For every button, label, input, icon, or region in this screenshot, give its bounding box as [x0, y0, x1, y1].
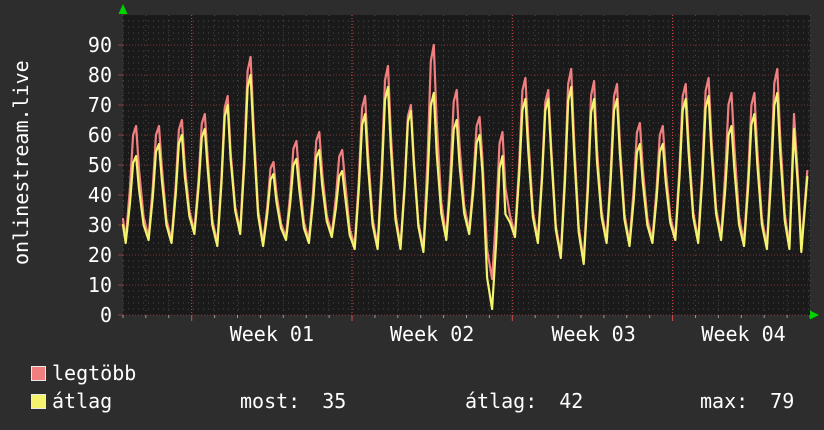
legend-swatch-atlag [31, 394, 46, 409]
y-axis-label: 70 [87, 93, 112, 117]
x-axis-ticks [122, 315, 811, 321]
y-axis-label: 40 [87, 183, 112, 207]
stat-atlag-value: 42 [559, 389, 584, 413]
x-axis-label: Week 03 [551, 322, 636, 346]
y-axis-arrow-icon [118, 4, 128, 14]
stat-max-label: max: [700, 389, 749, 413]
y-axis-label: 10 [87, 273, 112, 297]
y-axis-label: 50 [87, 153, 112, 177]
y-axis-label: 60 [87, 123, 112, 147]
y-axis-label: 80 [87, 63, 112, 87]
stat-most-label: most: [240, 389, 301, 413]
x-axis-label: Week 01 [229, 322, 314, 346]
y-axis-ticks [118, 44, 123, 316]
legend-label-legtobb: legtöbb [52, 361, 137, 385]
stat-atlag: átlag: 42 [465, 389, 583, 413]
chart-canvas [118, 4, 819, 321]
legend-label-atlag: átlag [52, 389, 113, 413]
y-axis-label: 0 [99, 303, 112, 327]
y-axis-label: 90 [87, 33, 112, 57]
stat-most: most: 35 [240, 389, 346, 413]
y-axis-label: 20 [87, 243, 112, 267]
x-axis-arrow-icon [810, 310, 819, 320]
stat-most-value: 35 [322, 389, 347, 413]
stat-atlag-label: átlag: [465, 389, 538, 413]
stat-max: max: 79 [700, 389, 794, 413]
y-axis-label: 30 [87, 213, 112, 237]
x-axis-label: Week 04 [701, 322, 786, 346]
x-axis-label: Week 02 [389, 322, 475, 346]
legend-swatch-legtobb [31, 366, 46, 381]
stat-max-value: 79 [770, 389, 795, 413]
rrd-graph: onlinestream.live 0 10 20 30 40 50 60 70 80 90 We… [0, 0, 824, 430]
